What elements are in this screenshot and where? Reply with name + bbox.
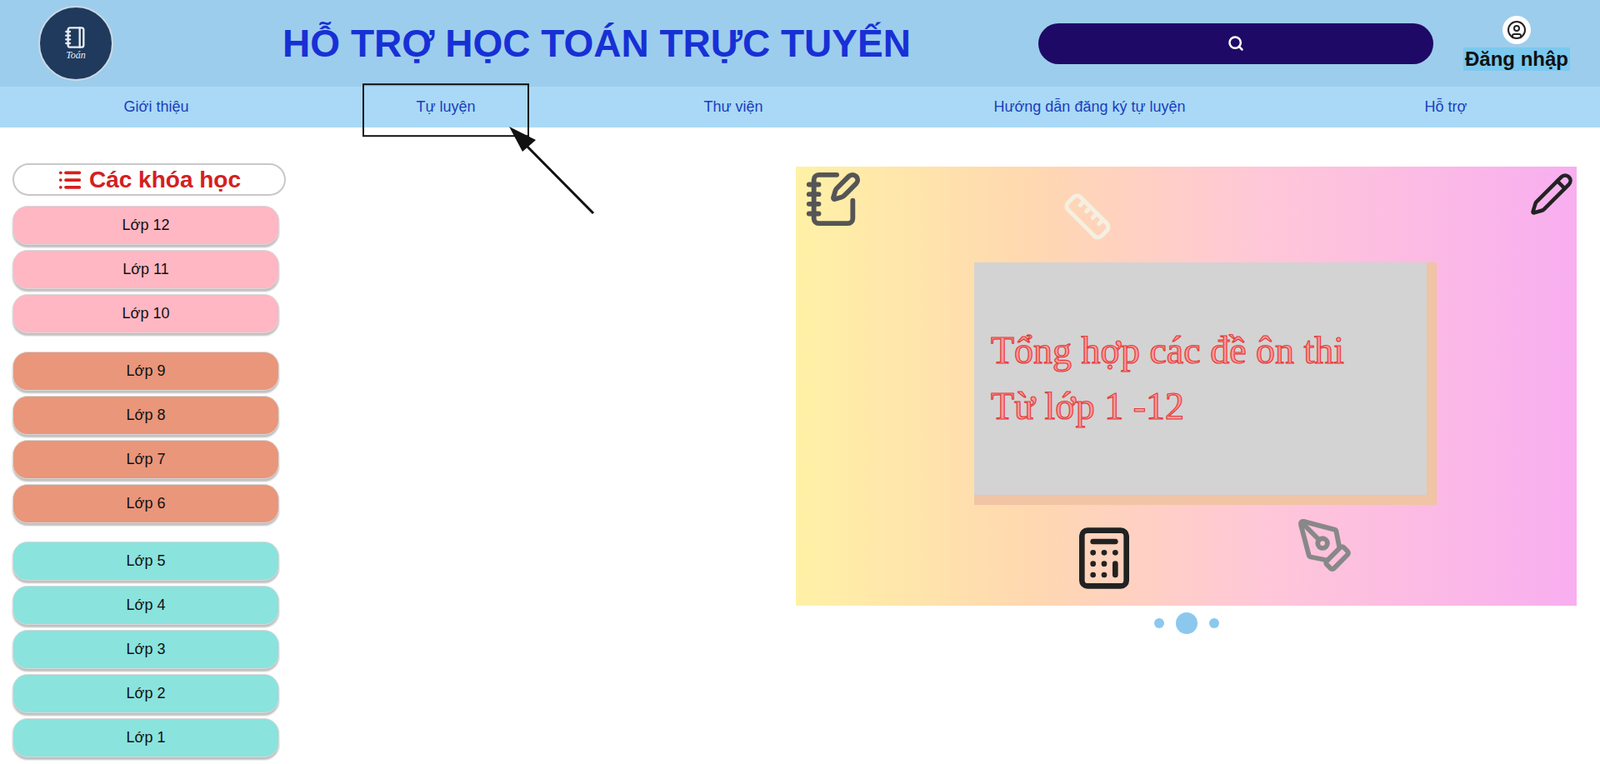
course-button[interactable]: Lớp 2: [12, 674, 280, 714]
logo[interactable]: Toán: [38, 5, 114, 81]
course-button[interactable]: Lớp 3: [12, 630, 280, 670]
page: Toán HỖ TRỢ HỌC TOÁN TRỰC TUYẾN Đăng nhập G…: [0, 0, 1600, 764]
carousel-dot[interactable]: [1209, 618, 1220, 629]
nav-bar: Giới thiệuTự luyệnThư việnHướng dẫn đăng…: [0, 86, 1600, 128]
carousel-dot[interactable]: [1175, 612, 1198, 635]
content: Tổng hợp các đề ôn thiTừ lớp 1 -12: [298, 163, 1577, 764]
course-button[interactable]: Lớp 8: [12, 395, 280, 435]
banner-text: Từ lớp 1 -12: [990, 379, 1427, 435]
course-button[interactable]: Lớp 12: [12, 205, 280, 245]
course-button[interactable]: Lớp 1: [12, 718, 280, 758]
user-icon-wrap[interactable]: [1502, 15, 1531, 45]
banner-text: Tổng hợp các đề ôn thi: [990, 323, 1427, 380]
search-bar[interactable]: [1038, 23, 1434, 65]
arrow-icon: [312, 88, 580, 222]
course-group: Lớp 5Lớp 4 Lớp 3Lớp 2Lớp 1: [12, 541, 299, 758]
carousel-dots: [795, 612, 1577, 635]
course-group: Lớp 12 Lớp 11Lớp 10: [12, 205, 299, 334]
user-icon[interactable]: [1506, 20, 1527, 40]
carousel-dot[interactable]: [1154, 618, 1165, 629]
banner: Tổng hợp các đề ôn thiTừ lớp 1 -12: [795, 166, 1577, 606]
course-button[interactable]: Lớp 11: [12, 250, 280, 290]
nav-item[interactable]: Giới thiệu: [0, 98, 313, 116]
course-button[interactable]: Lớp 9: [12, 351, 280, 391]
course-button[interactable]: Lớp 10: [12, 294, 280, 334]
course-button[interactable]: Lớp 4: [12, 585, 280, 625]
sidebar-title: Các khóa học: [12, 163, 286, 196]
header: Toán HỖ TRỢ HỌC TOÁN TRỰC TUYẾN Đăng nhập: [0, 0, 1600, 87]
nav-item[interactable]: Thư viện: [579, 98, 888, 116]
nav-item[interactable]: Hỗ trợ: [1291, 98, 1600, 116]
nav-item[interactable]: Hướng dẫn đăng ký tự luyện: [887, 98, 1292, 116]
nav-item[interactable]: Tự luyện: [312, 98, 580, 116]
sidebar: Các khóa học Lớp 12 Lớp 11Lớp 10 Lớp 9Lớp 8…: [12, 163, 299, 764]
pencil-icon: [1529, 171, 1575, 217]
site-title: HỖ TRỢ HỌC TOÁN TRỰC TUYẾN: [113, 20, 1039, 66]
ruler-icon: [1062, 191, 1113, 242]
course-button[interactable]: Lớp 6: [12, 484, 280, 524]
main: Các khóa học Lớp 12 Lớp 11Lớp 10 Lớp 9Lớp 8…: [0, 127, 1600, 764]
logo-text: Toán: [65, 49, 86, 62]
search-icon[interactable]: [1227, 35, 1245, 52]
course-button[interactable]: Lớp 5: [12, 541, 280, 581]
login-label[interactable]: Đăng nhập: [1463, 47, 1570, 71]
list-icon: [57, 167, 83, 193]
login[interactable]: Đăng nhập: [1433, 15, 1600, 71]
compass-icon: [1295, 516, 1355, 575]
notepad-icon: [804, 170, 863, 229]
course-button[interactable]: Lớp 7: [12, 440, 280, 480]
calculator-icon: [1070, 525, 1138, 592]
highlight-box: [362, 83, 530, 137]
course-group: Lớp 9Lớp 8 Lớp 7Lớp 6: [12, 351, 299, 524]
banner-card: Tổng hợp các đề ôn thiTừ lớp 1 -12: [974, 262, 1437, 505]
book-icon: [64, 25, 88, 50]
